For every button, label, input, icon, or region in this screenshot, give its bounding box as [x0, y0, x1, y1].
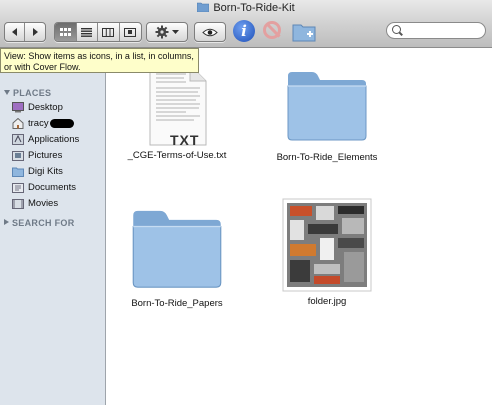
quick-look-button[interactable] — [194, 22, 226, 42]
sidebar: PLACES Desktop tracy Applications Pictur… — [0, 48, 106, 405]
folder-icon — [287, 72, 367, 141]
sidebar-item-applications[interactable]: Applications — [12, 132, 79, 147]
home-icon — [12, 118, 24, 129]
sidebar-item-documents[interactable]: Documents — [12, 180, 76, 195]
search-for-header[interactable]: SEARCH FOR — [4, 218, 75, 228]
view-mode-tooltip: View: Show items as icons, in a list, in… — [0, 48, 199, 73]
back-arrow-icon — [11, 28, 17, 36]
file-icon-view: TXT _CGE-Terms-of-Use.txt Born-To-Ride_E… — [107, 48, 492, 405]
file-name: _CGE-Terms-of-Use.txt — [127, 150, 227, 161]
window-title: Born-To-Ride-Kit — [213, 2, 295, 14]
folder-icon — [197, 2, 210, 12]
back-button[interactable] — [5, 23, 25, 41]
folder-name: Born-To-Ride_Elements — [276, 152, 378, 163]
folder-item[interactable]: Born-To-Ride_Elements — [267, 68, 387, 163]
get-info-icon[interactable]: i — [233, 20, 255, 42]
places-header[interactable]: PLACES — [4, 88, 51, 98]
icon-view-button[interactable] — [55, 23, 77, 41]
disclosure-triangle-icon — [4, 219, 9, 225]
list-view-icon — [81, 27, 93, 37]
folder-item[interactable]: Born-To-Ride_Papers — [117, 206, 237, 309]
folder-icon — [132, 210, 222, 288]
file-item[interactable]: folder.jpg — [267, 198, 387, 307]
forward-button[interactable] — [25, 23, 45, 41]
cover-flow-icon — [124, 27, 137, 37]
back-forward-buttons — [4, 22, 46, 42]
disclosure-triangle-icon — [4, 90, 10, 95]
sidebar-item-digi-kits[interactable]: Digi Kits — [12, 164, 63, 179]
search-icon — [392, 25, 401, 34]
desktop-icon — [12, 102, 24, 113]
pictures-icon — [12, 151, 24, 161]
chevron-down-icon — [172, 29, 179, 34]
window-toolbar: Born-To-Ride-Kit i — [0, 0, 492, 48]
applications-icon — [12, 134, 24, 145]
new-folder-icon[interactable] — [292, 22, 316, 42]
sidebar-item-tracy[interactable]: tracy — [12, 116, 74, 131]
cover-flow-view-button[interactable] — [120, 23, 142, 41]
action-menu-button[interactable] — [146, 22, 188, 42]
sidebar-item-desktop[interactable]: Desktop — [12, 100, 63, 115]
search-input[interactable] — [405, 24, 485, 39]
sidebar-item-pictures[interactable]: Pictures — [12, 148, 62, 163]
folder-name: Born-To-Ride_Papers — [131, 298, 223, 309]
view-mode-buttons — [54, 22, 142, 42]
file-name: folder.jpg — [307, 296, 347, 307]
eye-icon — [202, 28, 218, 36]
sidebar-item-movies[interactable]: Movies — [12, 196, 58, 211]
redaction-mark — [49, 119, 74, 128]
icon-view-icon — [59, 27, 71, 36]
image-thumbnail-icon — [282, 198, 372, 292]
window-title-bar: Born-To-Ride-Kit — [0, 1, 492, 15]
documents-icon — [12, 183, 24, 193]
file-type-badge: TXT — [170, 132, 200, 148]
delete-icon[interactable] — [263, 21, 281, 39]
column-view-icon — [102, 27, 115, 37]
gear-icon — [155, 25, 169, 39]
list-view-button[interactable] — [77, 23, 98, 41]
movies-icon — [12, 199, 24, 209]
search-field[interactable] — [386, 22, 486, 39]
forward-arrow-icon — [33, 28, 38, 36]
file-item[interactable]: TXT _CGE-Terms-of-Use.txt — [117, 64, 237, 161]
folder-icon — [12, 167, 24, 177]
column-view-button[interactable] — [98, 23, 120, 41]
